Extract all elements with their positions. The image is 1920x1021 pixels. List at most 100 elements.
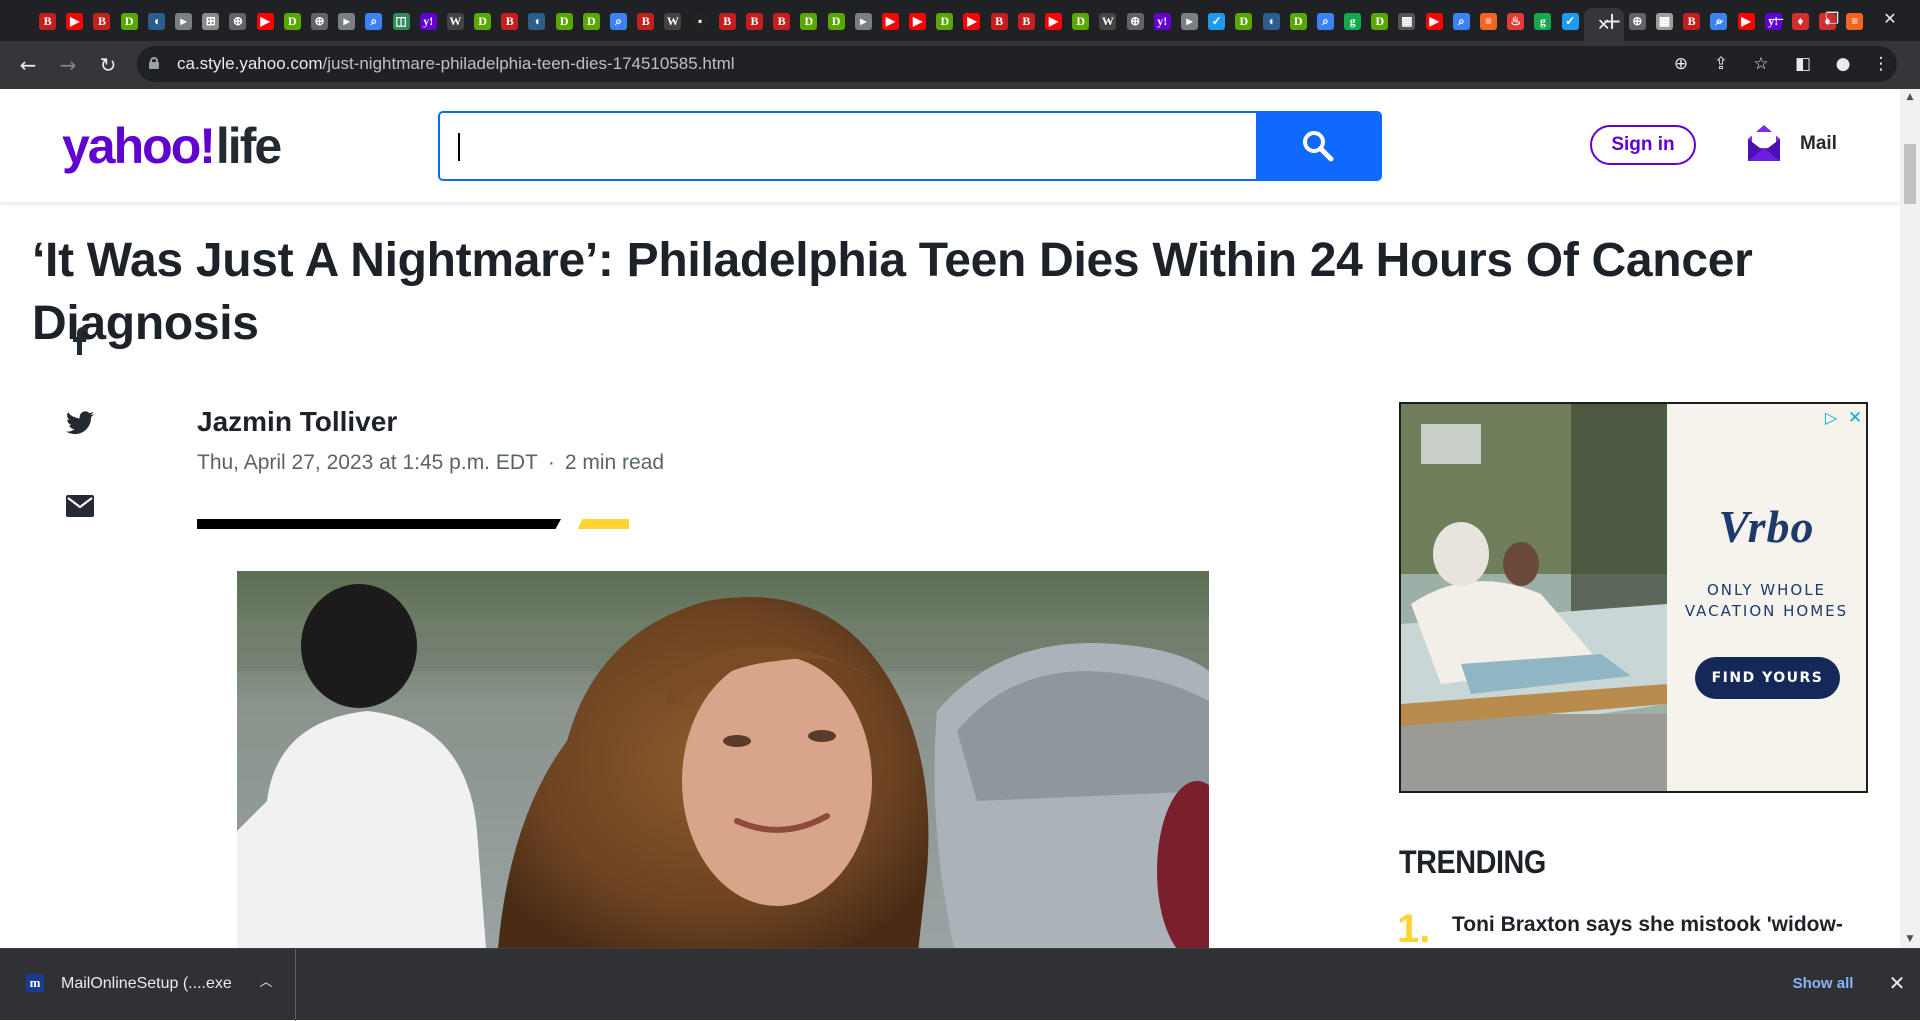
mail-icon[interactable] (1746, 123, 1782, 163)
ad-cta-button[interactable]: FIND YOURS (1695, 657, 1840, 699)
browser-tab[interactable]: W (659, 8, 686, 34)
browser-tab[interactable]: ✓ (1203, 8, 1230, 34)
browser-tab[interactable]: ◖ (143, 8, 170, 34)
side-panel-icon[interactable]: ◧ (1789, 50, 1817, 78)
show-all-downloads-button[interactable]: Show all (1778, 966, 1868, 1002)
browser-tab[interactable]: B (34, 8, 61, 34)
new-tab-button[interactable]: + (1599, 8, 1625, 34)
email-share-button[interactable] (62, 488, 98, 524)
browser-tab[interactable]: ⊕ (224, 8, 251, 34)
ad-close-icon[interactable]: ✕ (1845, 408, 1865, 428)
browser-tab[interactable]: ⌕ (360, 8, 387, 34)
bookmark-star-icon[interactable]: ☆ (1747, 50, 1775, 78)
author-name[interactable]: Jazmin Tolliver (197, 406, 397, 438)
browser-tab[interactable]: D (1366, 8, 1393, 34)
scroll-up-arrow-icon[interactable]: ▲ (1900, 89, 1920, 106)
browser-tab[interactable]: ▶ (61, 8, 88, 34)
url-text[interactable]: ca.style.yahoo.com/just-nightmare-philad… (177, 46, 735, 82)
download-file-name[interactable]: MailOnlineSetup (....exe (61, 975, 232, 993)
browser-tab[interactable]: D (822, 8, 849, 34)
browser-tab[interactable]: ✓ (1557, 8, 1584, 34)
browser-tab[interactable]: D (279, 8, 306, 34)
browser-tab[interactable]: B (768, 8, 795, 34)
trending-item-link[interactable]: Toni Braxton says she mistook 'widow- (1452, 910, 1862, 940)
forward-button[interactable]: → (52, 49, 84, 81)
browser-tab[interactable]: ♨ (1502, 8, 1529, 34)
minimize-button[interactable]: — (1748, 0, 1804, 41)
browser-tab[interactable]: D (795, 8, 822, 34)
browser-tab[interactable]: ▦ (1651, 8, 1678, 34)
ad-brand-logo[interactable]: Vrbo (1667, 500, 1866, 553)
browser-tab[interactable]: ▶ (958, 8, 985, 34)
browser-tab[interactable]: D (469, 8, 496, 34)
browser-tab[interactable]: D (931, 8, 958, 34)
yahoo-life-logo[interactable]: yahoo!life (62, 117, 282, 175)
browser-tab[interactable]: B (741, 8, 768, 34)
browser-tab[interactable]: B (88, 8, 115, 34)
browser-tab[interactable]: B (714, 8, 741, 34)
adchoices-icon[interactable]: ▷ (1821, 408, 1841, 428)
close-download-bar-icon[interactable]: ✕ (1884, 970, 1910, 996)
browser-tab[interactable]: B (496, 8, 523, 34)
browser-tab[interactable]: D (1285, 8, 1312, 34)
search-button[interactable] (1256, 113, 1380, 179)
browser-tab[interactable]: ▶ (1040, 8, 1067, 34)
browser-tab[interactable]: B (1013, 8, 1040, 34)
browser-tab[interactable]: ⌕ (1448, 8, 1475, 34)
browser-tab[interactable]: g (1339, 8, 1366, 34)
restore-button[interactable]: ❐ (1804, 0, 1860, 41)
vrbo-ad[interactable]: Vrbo ONLY WHOLE VACATION HOMES FIND YOUR… (1399, 402, 1868, 793)
browser-tab[interactable]: y! (415, 8, 442, 34)
browser-tab[interactable]: g (1529, 8, 1556, 34)
browser-tab[interactable]: D (578, 8, 605, 34)
tab-search-chevron-icon[interactable]: ⌄ (1692, 0, 1748, 41)
facebook-share-button[interactable] (62, 323, 98, 359)
browser-tab[interactable]: ▸ (333, 8, 360, 34)
browser-tab[interactable]: ⊕ (1122, 8, 1149, 34)
browser-tab[interactable]: ≡ (1475, 8, 1502, 34)
browser-tab[interactable]: ◫ (387, 8, 414, 34)
browser-tab[interactable]: ▸ (1176, 8, 1203, 34)
download-item[interactable]: m MailOnlineSetup (....exe ︿ (0, 949, 296, 1021)
browser-tab[interactable]: ⊕ (1624, 8, 1651, 34)
back-button[interactable]: ← (12, 49, 44, 81)
browser-tab[interactable]: ◖ (523, 8, 550, 34)
browser-tab[interactable]: y! (1149, 8, 1176, 34)
address-bar[interactable]: ca.style.yahoo.com/just-nightmare-philad… (137, 46, 1897, 82)
reload-button[interactable]: ↻ (92, 49, 124, 81)
browser-tab[interactable]: ▸ (170, 8, 197, 34)
browser-tab[interactable]: ▶ (877, 8, 904, 34)
browser-tab[interactable]: ⌕ (1312, 8, 1339, 34)
scroll-down-arrow-icon[interactable]: ▼ (1900, 931, 1920, 948)
search-input[interactable] (440, 113, 1258, 179)
page-scrollbar[interactable]: ▲ ▼ (1900, 89, 1920, 948)
browser-tab[interactable]: ▶ (252, 8, 279, 34)
browser-tab[interactable]: ◖ (1257, 8, 1284, 34)
browser-tab[interactable]: ▸ (850, 8, 877, 34)
profile-icon[interactable]: ● (1829, 50, 1857, 78)
scroll-thumb[interactable] (1904, 144, 1916, 204)
share-icon[interactable]: ⇪ (1707, 50, 1735, 78)
twitter-share-button[interactable] (62, 405, 98, 441)
sign-in-button[interactable]: Sign in (1590, 125, 1696, 165)
browser-tab[interactable]: ⌕ (605, 8, 632, 34)
browser-tab[interactable]: W (442, 8, 469, 34)
chevron-up-icon[interactable]: ︿ (256, 971, 276, 995)
browser-tab[interactable]: ⊞ (197, 8, 224, 34)
ad-photo[interactable] (1401, 404, 1667, 791)
browser-tab[interactable]: D (1067, 8, 1094, 34)
mail-link[interactable]: Mail (1800, 133, 1837, 155)
browser-tab[interactable]: ⊕ (306, 8, 333, 34)
browser-tab[interactable]: ▦ (1393, 8, 1420, 34)
article-hero-image[interactable] (237, 571, 1209, 948)
browser-tab[interactable]: ▶ (904, 8, 931, 34)
close-window-button[interactable]: ✕ (1862, 0, 1918, 41)
browser-tab[interactable]: D (1230, 8, 1257, 34)
browser-tab[interactable]: D (551, 8, 578, 34)
menu-kebab-icon[interactable]: ⋮ (1867, 50, 1895, 78)
browser-tab[interactable]: W (1094, 8, 1121, 34)
browser-tab[interactable]: D (116, 8, 143, 34)
browser-tab[interactable]: ▶ (1421, 8, 1448, 34)
zoom-icon[interactable]: ⊕ (1667, 50, 1695, 78)
browser-tab[interactable]: ▪ (687, 8, 714, 34)
